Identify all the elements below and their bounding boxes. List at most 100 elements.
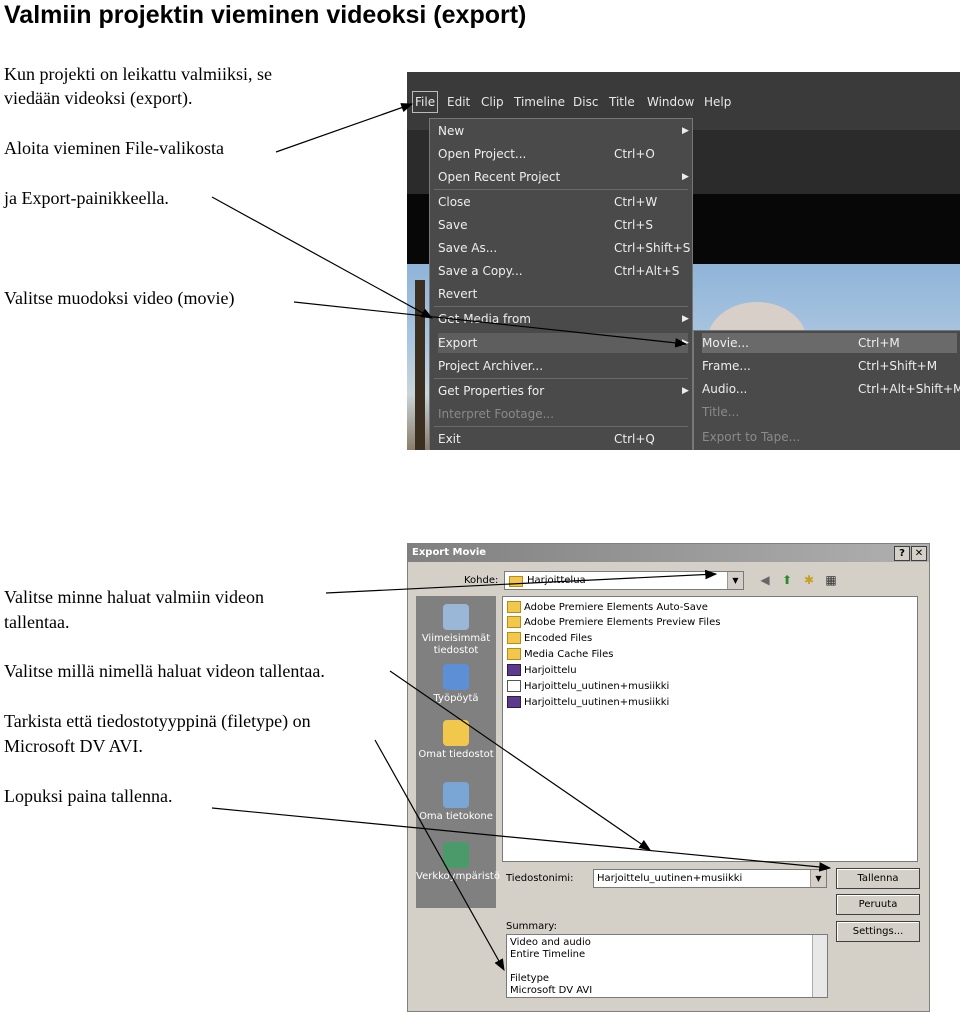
- new-folder-icon[interactable]: ✱: [802, 573, 816, 587]
- kohde-combo[interactable]: Harjoittelua ▼: [504, 571, 744, 590]
- list-item[interactable]: Harjoittelu: [507, 663, 577, 678]
- place-network[interactable]: Verkkoympäristö: [416, 842, 500, 883]
- folder-icon: [509, 576, 523, 587]
- place-label: Oma tietokone: [419, 811, 493, 822]
- menu-item-get-media[interactable]: Get Media from ▶: [438, 309, 689, 329]
- submenu-item-movie[interactable]: Movie... Ctrl+M: [702, 333, 957, 353]
- menu-item-open-project[interactable]: Open Project... Ctrl+O: [438, 144, 688, 164]
- back-icon[interactable]: ◀: [758, 573, 772, 587]
- scrollbar[interactable]: [812, 935, 827, 997]
- summary-box: Video and audio Entire Timeline Filetype…: [506, 934, 828, 998]
- kohde-value: Harjoittelua: [527, 575, 586, 586]
- summary-label: Summary:: [506, 921, 557, 932]
- list-item[interactable]: Encoded Files: [507, 631, 592, 646]
- menu-edit[interactable]: Edit: [447, 92, 470, 112]
- menu-item-get-properties[interactable]: Get Properties for ▶: [438, 381, 689, 401]
- folder-icon: [507, 616, 521, 628]
- chevron-down-icon[interactable]: ▼: [810, 870, 826, 887]
- place-my-computer[interactable]: Oma tietokone: [416, 782, 496, 823]
- menu-item-project-archiver[interactable]: Project Archiver...: [438, 356, 688, 376]
- recent-files-icon: [443, 604, 469, 630]
- project-file-icon: [507, 696, 521, 708]
- menu-disc[interactable]: Disc: [573, 92, 598, 112]
- export-movie-dialog: Export Movie ? ✕ Kohde: Harjoittelua ▼ ◀…: [407, 543, 930, 1012]
- filename-value: Harjoittelu_uutinen+musiikki: [597, 873, 743, 884]
- paragraph-line: Valitse millä nimellä haluat videon tall…: [4, 661, 325, 681]
- menu-item-exit[interactable]: Exit Ctrl+Q: [438, 429, 688, 449]
- project-file-icon: [507, 664, 521, 676]
- paragraph-line: viedään videoksi (export).: [4, 88, 193, 108]
- paragraph-line: Aloita vieminen File-valikosta: [4, 138, 224, 158]
- menu-item-revert[interactable]: Revert: [438, 284, 688, 304]
- summary-line: Microsoft DV AVI: [510, 985, 593, 996]
- menu-item-save[interactable]: Save Ctrl+S: [438, 215, 688, 235]
- menu-help[interactable]: Help: [704, 92, 731, 112]
- document-icon: [507, 680, 521, 692]
- cancel-button[interactable]: Peruuta: [836, 894, 920, 915]
- menu-item-close[interactable]: Close Ctrl+W: [438, 192, 688, 212]
- close-button[interactable]: ✕: [911, 546, 927, 561]
- submenu-item-export-to-tape: Export to Tape...: [702, 430, 801, 444]
- save-button[interactable]: Tallenna: [836, 868, 920, 889]
- view-menu-icon[interactable]: ▦: [824, 573, 838, 587]
- folder-icon: [507, 632, 521, 644]
- place-my-documents[interactable]: Omat tiedostot: [416, 720, 496, 761]
- place-label: Työpöytä: [433, 693, 479, 704]
- menu-item-new[interactable]: New ▶: [438, 121, 689, 141]
- desktop-icon: [443, 664, 469, 690]
- my-documents-icon: [443, 720, 469, 746]
- summary-line: Filetype: [510, 973, 550, 984]
- paragraph-line: Tarkista että tiedostotyyppinä (filetype…: [4, 711, 311, 731]
- menu-window[interactable]: Window: [647, 92, 694, 112]
- premiere-screenshot: File Edit Clip Timeline Disc Title Windo…: [407, 72, 960, 450]
- paragraph-line: ja Export-painikkeella.: [4, 188, 169, 208]
- menu-clip[interactable]: Clip: [481, 92, 504, 112]
- place-desktop[interactable]: Työpöytä: [416, 664, 496, 705]
- folder-icon: [507, 648, 521, 660]
- help-button[interactable]: ?: [894, 546, 910, 561]
- paragraph-line: Kun projekti on leikattu valmiiksi, se: [4, 64, 272, 84]
- list-item[interactable]: Harjoittelu_uutinen+musiikki: [507, 695, 669, 710]
- export-submenu: Movie... Ctrl+M Frame... Ctrl+Shift+M Audi…: [693, 330, 960, 450]
- file-menu: New ▶ Open Project... Ctrl+O Open Recent P…: [429, 118, 693, 450]
- summary-line: Video and audio: [510, 937, 591, 948]
- summary-line: Entire Timeline: [510, 949, 586, 960]
- paragraph-line: Valitse muodoksi video (movie): [4, 288, 235, 308]
- submenu-item-title: Title...: [702, 405, 740, 419]
- menu-timeline[interactable]: Timeline: [514, 92, 565, 112]
- menu-item-save-as[interactable]: Save As... Ctrl+Shift+S: [438, 238, 690, 258]
- dialog-title: Export Movie: [412, 547, 487, 558]
- up-folder-icon[interactable]: ⬆: [780, 573, 794, 587]
- list-item[interactable]: Harjoittelu_uutinen+musiikki: [507, 679, 669, 694]
- paragraph-line: Lopuksi paina tallenna.: [4, 786, 173, 806]
- list-item[interactable]: Adobe Premiere Elements Preview Files: [507, 615, 720, 630]
- menu-item-open-recent[interactable]: Open Recent Project ▶: [438, 167, 689, 187]
- settings-button[interactable]: Settings...: [836, 921, 920, 942]
- dialog-titlebar: Export Movie ? ✕: [408, 544, 929, 562]
- file-list[interactable]: Adobe Premiere Elements Auto-Save Adobe …: [502, 596, 918, 862]
- filename-label: Tiedostonimi:: [506, 873, 574, 884]
- menu-file[interactable]: File: [411, 91, 439, 113]
- menu-item-interpret-footage: Interpret Footage...: [438, 407, 555, 421]
- menu-item-export[interactable]: Export ▶: [438, 333, 689, 353]
- network-icon: [443, 842, 469, 868]
- submenu-item-frame[interactable]: Frame... Ctrl+Shift+M: [702, 356, 957, 376]
- filename-input[interactable]: Harjoittelu_uutinen+musiikki ▼: [593, 869, 827, 888]
- chevron-down-icon[interactable]: ▼: [727, 572, 743, 589]
- places-bar: Viimeisimmät tiedostot Työpöytä Omat tie…: [416, 596, 500, 908]
- paragraph-line: tallentaa.: [4, 612, 70, 632]
- place-label: Verkkoympäristö: [416, 871, 500, 882]
- list-item[interactable]: Adobe Premiere Elements Auto-Save: [507, 600, 708, 615]
- list-item[interactable]: Media Cache Files: [507, 647, 613, 662]
- menu-title[interactable]: Title: [609, 92, 635, 112]
- arrow-to-export: [211, 196, 434, 319]
- page-title: Valmiin projektin vieminen videoksi (exp…: [4, 1, 527, 29]
- place-label: Viimeisimmät tiedostot: [421, 633, 491, 656]
- menu-item-save-copy[interactable]: Save a Copy... Ctrl+Alt+S: [438, 261, 688, 281]
- arrow-to-file-menu: [275, 103, 414, 153]
- paragraph-line: Valitse minne haluat valmiin videon: [4, 587, 264, 607]
- paragraph-line: Microsoft DV AVI.: [4, 736, 143, 756]
- place-recent[interactable]: Viimeisimmät tiedostot: [416, 604, 496, 657]
- my-computer-icon: [443, 782, 469, 808]
- submenu-item-audio[interactable]: Audio... Ctrl+Alt+Shift+M: [702, 379, 960, 399]
